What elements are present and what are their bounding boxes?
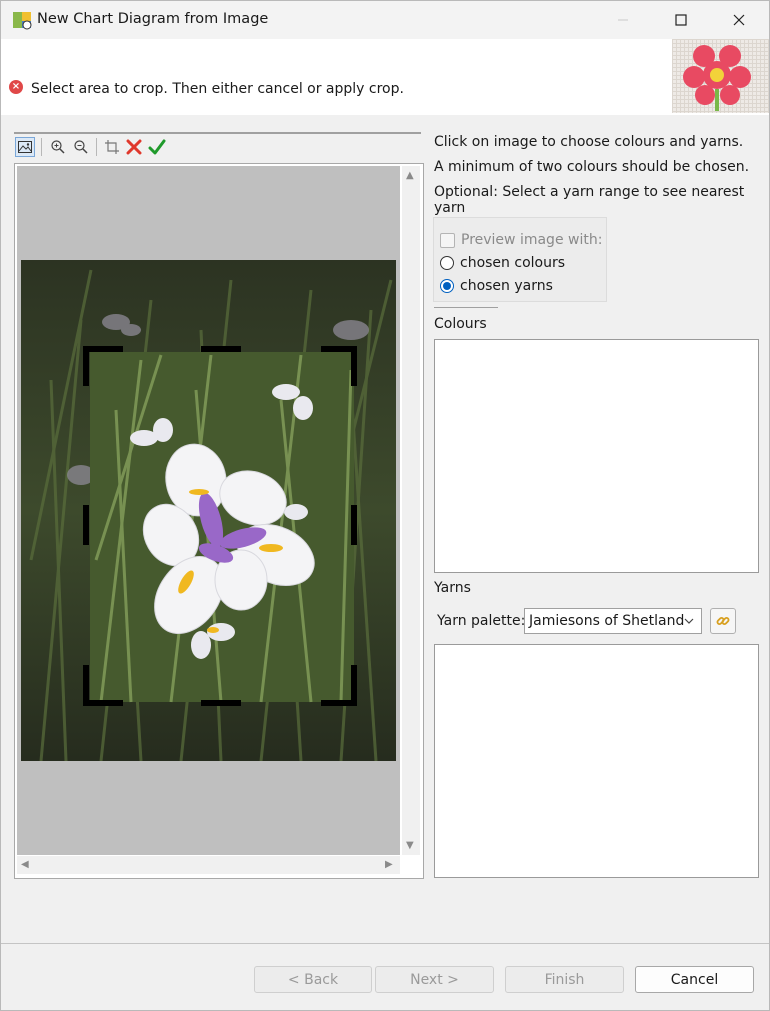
radio-chosen-colours-label: chosen colours	[460, 255, 566, 271]
apply-crop-button[interactable]	[147, 137, 167, 157]
horizontal-scrollbar[interactable]: ◀ ▶	[17, 856, 400, 874]
app-icon	[13, 12, 32, 30]
scroll-up-icon[interactable]: ▲	[406, 170, 414, 181]
crop-icon	[105, 140, 119, 154]
maximize-button[interactable]	[652, 1, 710, 39]
checkbox-box	[440, 232, 455, 248]
cancel-crop-button[interactable]	[124, 137, 144, 157]
zoom-in-icon	[51, 140, 65, 154]
toolbar-separator	[41, 138, 42, 156]
flower-chart-icon	[683, 45, 751, 111]
close-button[interactable]	[710, 1, 768, 39]
preview-image-checkbox[interactable]: Preview image with:	[440, 232, 602, 248]
yarn-palette-value: Jamiesons of Shetland	[529, 613, 685, 629]
cancel-crop-icon	[126, 139, 142, 155]
preview-checkbox-label: Preview image with:	[461, 232, 603, 248]
section-divider	[434, 307, 498, 308]
footer-divider	[1, 943, 769, 944]
error-icon: ×	[9, 80, 23, 94]
window-title: New Chart Diagram from Image	[37, 11, 269, 27]
toolbar-separator	[96, 138, 97, 156]
zoom-out-icon	[74, 140, 88, 154]
radio-chosen-yarns-label: chosen yarns	[460, 278, 553, 294]
close-icon	[733, 14, 745, 26]
link-yarns-button[interactable]	[710, 608, 736, 634]
radio-chosen-colours[interactable]: chosen colours	[440, 255, 565, 271]
chevron-down-icon	[684, 618, 694, 624]
scroll-right-icon[interactable]: ▶	[385, 859, 393, 870]
instruction-line-3: Optional: Select a yarn range to see nea…	[434, 184, 745, 216]
maximize-icon	[675, 14, 687, 26]
link-icon	[716, 617, 730, 625]
yarn-palette-label: Yarn palette:	[437, 613, 526, 629]
crop-button[interactable]	[102, 137, 122, 157]
next-button[interactable]: Next >	[375, 966, 494, 993]
zoom-in-button[interactable]	[48, 137, 68, 157]
zoom-out-button[interactable]	[71, 137, 91, 157]
preview-options-group: Preview image with: chosen colours chose…	[433, 217, 607, 302]
wizard-window: New Chart Diagram from Image × Select ar…	[0, 0, 770, 1011]
image-icon	[18, 141, 32, 153]
wizard-header: × Select area to crop. Then either cance…	[1, 39, 769, 115]
scroll-down-icon[interactable]: ▼	[406, 840, 414, 851]
image-toolbar	[14, 132, 421, 160]
radio-circle	[440, 256, 454, 270]
instruction-line-2: A minimum of two colours should be chose…	[434, 159, 750, 175]
source-photo	[21, 260, 396, 761]
yarn-palette-select[interactable]: Jamiesons of Shetland	[524, 608, 702, 634]
wizard-banner-image	[672, 39, 769, 113]
image-viewer: ▲ ▼ ◀ ▶	[14, 163, 424, 879]
colours-label: Colours	[434, 316, 487, 332]
yarns-list[interactable]	[434, 644, 759, 878]
image-button[interactable]	[15, 137, 35, 157]
title-bar: New Chart Diagram from Image	[1, 1, 769, 39]
finish-button[interactable]: Finish	[505, 966, 624, 993]
cancel-button[interactable]: Cancel	[635, 966, 754, 993]
apply-crop-icon	[148, 139, 166, 155]
radio-chosen-yarns[interactable]: chosen yarns	[440, 278, 553, 294]
scroll-left-icon[interactable]: ◀	[21, 859, 29, 870]
image-canvas[interactable]	[17, 166, 400, 855]
vertical-scrollbar[interactable]: ▲ ▼	[402, 166, 420, 855]
yarns-label: Yarns	[434, 580, 471, 596]
radio-circle-selected	[440, 279, 454, 293]
minimize-icon	[618, 19, 628, 21]
back-button[interactable]: < Back	[254, 966, 372, 993]
header-message: Select area to crop. Then either cancel …	[31, 81, 404, 97]
colours-list[interactable]	[434, 339, 759, 573]
minimize-button[interactable]	[594, 1, 652, 39]
instruction-line-1: Click on image to choose colours and yar…	[434, 134, 744, 150]
